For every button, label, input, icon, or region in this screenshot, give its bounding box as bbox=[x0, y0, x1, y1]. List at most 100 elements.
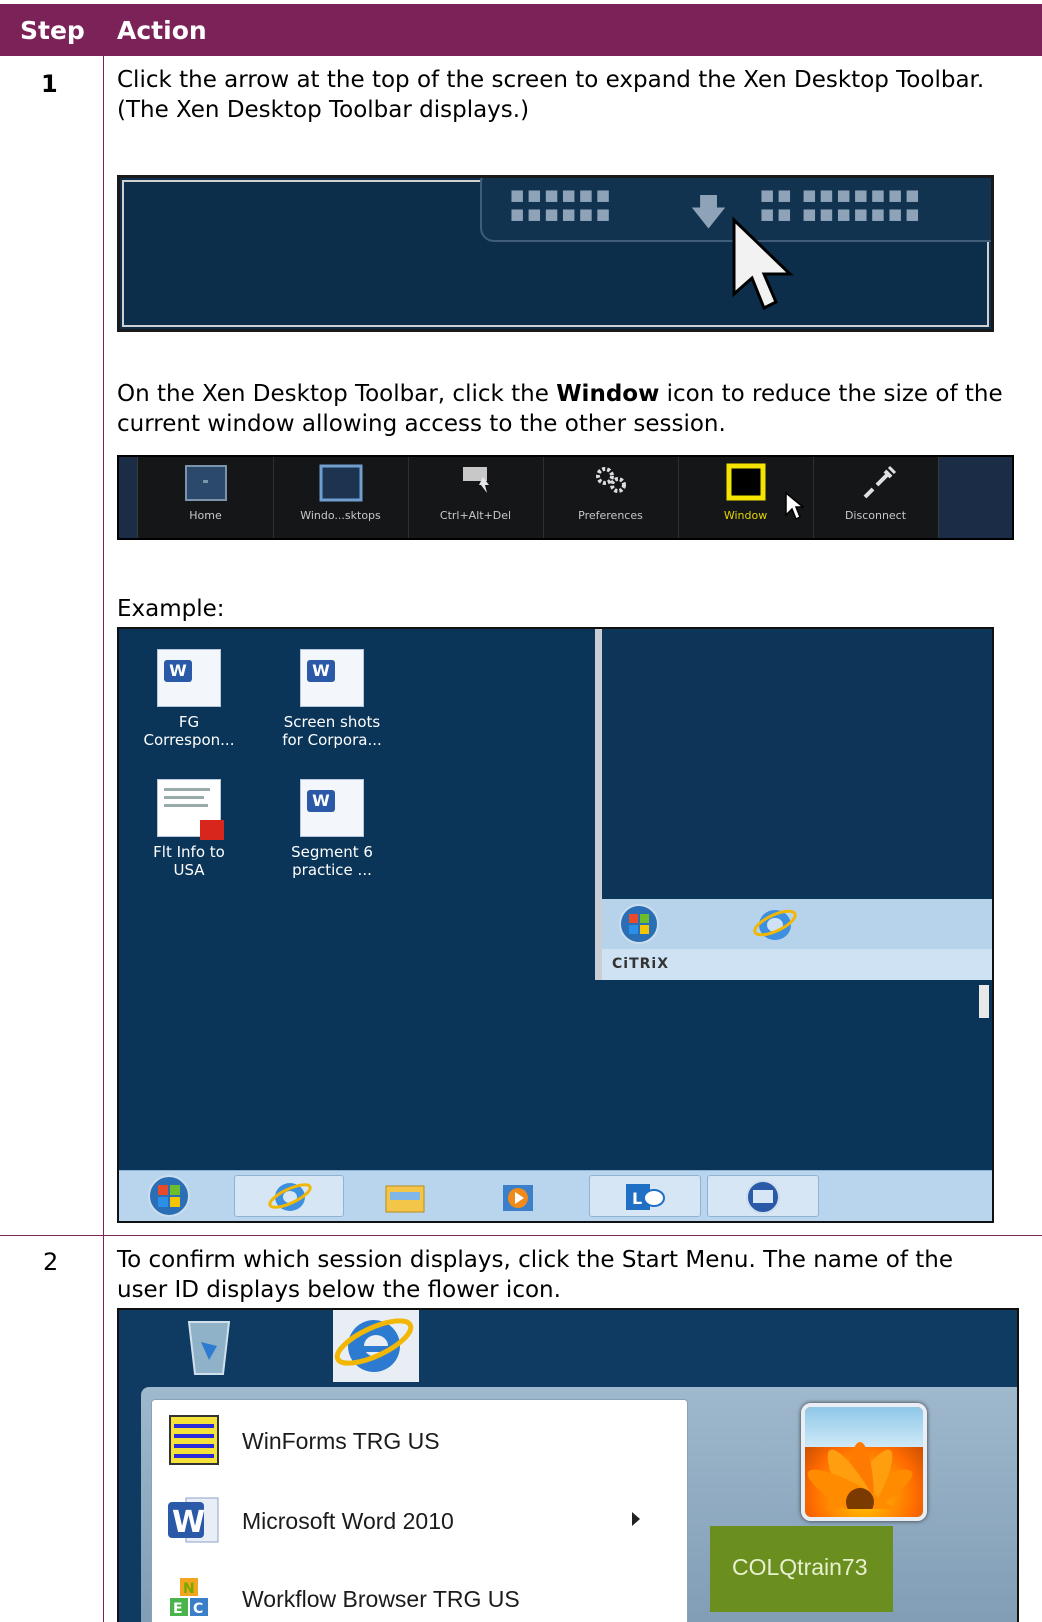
icon-label-line2: USA bbox=[173, 861, 205, 879]
word-doc-icon: W bbox=[157, 649, 221, 707]
menu-item-label: Workflow Browser TRG US bbox=[242, 1586, 520, 1612]
remote-desktop-icon bbox=[746, 1180, 780, 1214]
icon-label-line1: Flt Info to bbox=[153, 843, 225, 861]
icon-label-line1: Screen shots bbox=[283, 713, 381, 731]
home-label: Home bbox=[189, 509, 222, 522]
step1-instruction-line1: Click the arrow at the top of the screen… bbox=[117, 67, 985, 93]
mouse-pointer-icon bbox=[732, 216, 794, 311]
icon-label-line1: Segment 6 bbox=[291, 843, 373, 861]
desktop-icon-segment6[interactable]: W Segment 6 practice ... bbox=[267, 779, 397, 879]
scrollbar[interactable] bbox=[979, 985, 989, 1018]
xen-toolbar-screenshot: Home Windo...sktops Ctrl+Alt+Del Prefere… bbox=[117, 455, 1014, 540]
desktops-icon bbox=[319, 464, 362, 502]
citrix-brand-bar: CiTRiX bbox=[602, 949, 992, 980]
internet-explorer-icon bbox=[333, 1310, 419, 1382]
desktop-icon-flt-info[interactable]: Flt Info to USA bbox=[124, 779, 254, 879]
word-doc-icon: W bbox=[300, 649, 364, 707]
window-button[interactable]: Window bbox=[678, 457, 814, 538]
disconnect-button[interactable]: Disconnect bbox=[813, 457, 938, 538]
column-divider bbox=[103, 56, 104, 1622]
window-instruction-after: icon to reduce the size of the bbox=[659, 381, 1003, 407]
procedure-table: Step Action 1 Click the arrow at the top… bbox=[0, 0, 1042, 1622]
row-divider bbox=[0, 1235, 1042, 1236]
windows-desktops-button[interactable]: Windo...sktops bbox=[273, 457, 409, 538]
xen-toolbar-arrow-screenshot: ■■■■■■ ■■■■■■ 🡇 ■■ ■■■■■■■ ■■ ■■■■■■■ bbox=[117, 175, 994, 332]
lync-icon: L bbox=[626, 1184, 665, 1210]
home-button[interactable]: Home bbox=[138, 457, 274, 538]
menu-item-label: WinForms TRG US bbox=[242, 1428, 440, 1454]
start-menu-programs: WinForms TRG US W Microsoft Word 2010 N … bbox=[151, 1399, 688, 1622]
svg-text:C: C bbox=[193, 1601, 203, 1617]
example-label: Example: bbox=[117, 596, 225, 622]
down-arrow-icon[interactable]: 🡇 bbox=[690, 186, 727, 247]
workflow-browser-icon: N E C bbox=[170, 1578, 208, 1617]
svg-text:N: N bbox=[183, 1581, 195, 1597]
window-instruction-line2: current window allowing access to the ot… bbox=[117, 411, 726, 437]
user-id-label: COLQtrain73 bbox=[732, 1554, 868, 1580]
desktops-label: Windo...sktops bbox=[300, 509, 381, 522]
disconnect-label: Disconnect bbox=[844, 509, 907, 522]
winforms-icon bbox=[169, 1415, 219, 1465]
word-icon: W bbox=[168, 1497, 219, 1543]
plug-icon bbox=[863, 465, 896, 499]
icon-label-line2: for Corpora... bbox=[282, 731, 382, 749]
citrix-logo-text: CiTRiX bbox=[612, 956, 669, 972]
pdf-doc-icon bbox=[157, 779, 224, 840]
home-icon bbox=[184, 465, 227, 501]
flower-icon bbox=[807, 1442, 913, 1509]
desktop-example-screenshot: W FG Correspon... W Screen shots for Cor… bbox=[117, 627, 994, 1223]
window-instruction-line1: On the Xen Desktop Toolbar, click the Wi… bbox=[117, 380, 1003, 409]
menu-item-label: Microsoft Word 2010 bbox=[242, 1508, 454, 1534]
step-number-1: 1 bbox=[41, 70, 58, 98]
svg-text:E: E bbox=[173, 1601, 183, 1617]
window-icon bbox=[726, 463, 765, 501]
step2-instruction-line1: To confirm which session displays, click… bbox=[117, 1247, 953, 1273]
recycle-bin-icon bbox=[187, 1321, 231, 1375]
cursor-icon bbox=[785, 491, 804, 521]
step2-instruction-line2: user ID displays below the flower icon. bbox=[117, 1277, 561, 1303]
windows-start-orb-icon[interactable] bbox=[139, 1174, 199, 1218]
menu-item-winforms[interactable]: WinForms TRG US bbox=[152, 1406, 687, 1476]
header-action: Action bbox=[117, 16, 207, 45]
user-id-button[interactable]: COLQtrain73 bbox=[710, 1526, 893, 1612]
svg-text:L: L bbox=[632, 1189, 642, 1208]
user-flower-picture[interactable] bbox=[801, 1403, 927, 1521]
icon-label-line2: practice ... bbox=[292, 861, 372, 879]
window-keyword: Window bbox=[556, 381, 660, 407]
desktop-icon-fg-correspondence[interactable]: W FG Correspon... bbox=[124, 649, 254, 749]
header-step: Step bbox=[20, 16, 85, 45]
gears-icon bbox=[595, 467, 626, 493]
submenu-arrow-icon[interactable] bbox=[632, 1512, 640, 1526]
taskbar-ie[interactable] bbox=[234, 1175, 344, 1217]
grip-dots-left: ■■■■■■ ■■■■■■ bbox=[510, 186, 614, 223]
step1-instruction-line2: (The Xen Desktop Toolbar displays.) bbox=[117, 97, 530, 123]
window-instruction-before: On the Xen Desktop Toolbar, click the bbox=[117, 381, 557, 407]
folder-icon bbox=[385, 1185, 425, 1213]
icon-label-line2: Correspon... bbox=[143, 731, 235, 749]
windows-start-orb-icon[interactable] bbox=[616, 903, 662, 945]
desktop-icon-screen-shots[interactable]: W Screen shots for Corpora... bbox=[267, 649, 397, 749]
taskbar-media[interactable] bbox=[464, 1175, 574, 1217]
start-menu: WinForms TRG US W Microsoft Word 2010 N … bbox=[141, 1387, 1017, 1622]
word-doc-icon: W bbox=[300, 779, 364, 837]
ctrl-alt-del-label: Ctrl+Alt+Del bbox=[439, 509, 512, 522]
other-session-window[interactable]: CiTRiX bbox=[595, 629, 992, 980]
internet-explorer-icon[interactable] bbox=[752, 903, 798, 945]
ctrl-alt-del-button[interactable]: Ctrl+Alt+Del bbox=[408, 457, 544, 538]
icon-label-line1: FG bbox=[178, 713, 200, 731]
preferences-label: Preferences bbox=[578, 509, 643, 522]
taskbar-remote-desktop[interactable] bbox=[707, 1175, 819, 1217]
menu-item-workflow-browser[interactable]: N E C Workflow Browser TRG US bbox=[152, 1564, 687, 1622]
internet-explorer-icon bbox=[268, 1183, 312, 1211]
preferences-button[interactable]: Preferences bbox=[543, 457, 679, 538]
table-header: Step Action bbox=[0, 4, 1042, 56]
taskbar-explorer[interactable] bbox=[349, 1175, 459, 1217]
menu-item-word-2010[interactable]: W Microsoft Word 2010 bbox=[152, 1486, 687, 1556]
start-menu-screenshot: WinForms TRG US W Microsoft Word 2010 N … bbox=[117, 1308, 1019, 1622]
taskbar-lync[interactable]: L bbox=[589, 1175, 701, 1217]
toolbar-panel: Home Windo...sktops Ctrl+Alt+Del Prefere… bbox=[137, 457, 939, 538]
desktop-taskbar: L bbox=[119, 1170, 992, 1221]
keyboard-icon bbox=[462, 467, 489, 493]
session-taskbar bbox=[602, 899, 992, 949]
media-player-icon bbox=[503, 1185, 533, 1211]
